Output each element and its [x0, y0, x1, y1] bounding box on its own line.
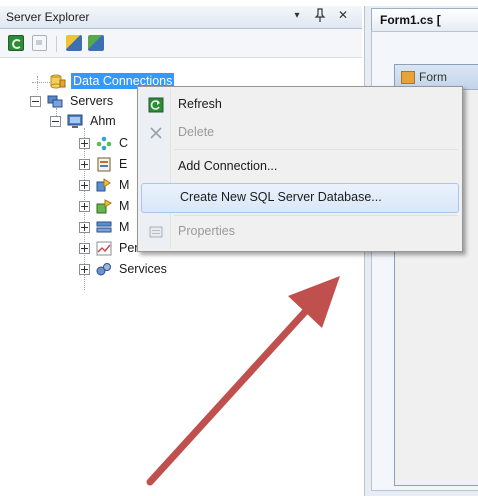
tree-line: [32, 82, 50, 83]
tree-node-child[interactable]: M: [79, 196, 131, 216]
menu-item-label: Refresh: [178, 97, 222, 111]
services-icon: [96, 262, 112, 277]
menu-item-delete[interactable]: Delete: [140, 119, 460, 147]
tree-node-label: M: [119, 220, 130, 234]
message-queues-icon: [96, 220, 112, 235]
menu-separator: [174, 215, 458, 216]
performance-counters-icon: [96, 241, 112, 256]
expand-icon[interactable]: [79, 179, 90, 191]
tree-node-label: Ahm: [90, 114, 116, 128]
menu-item-add-connection[interactable]: Add Connection...: [140, 153, 460, 181]
data-connections-icon: [50, 74, 66, 89]
expand-icon[interactable]: [79, 221, 90, 233]
menu-separator: [174, 149, 458, 150]
menu-item-create-new-sql-server-database[interactable]: Create New SQL Server Database...: [141, 183, 459, 213]
form-icon: [401, 71, 415, 84]
connect-to-database-icon[interactable]: [66, 35, 82, 51]
delete-icon: [148, 125, 164, 141]
tree-line: [37, 76, 38, 90]
management-events-icon: [96, 198, 112, 214]
tree-node-label: M: [119, 199, 130, 213]
management-classes-icon: [96, 177, 112, 193]
tree-node-label: M: [119, 178, 130, 192]
tree-node-servers[interactable]: Servers: [30, 91, 115, 111]
collapse-icon[interactable]: [50, 115, 61, 127]
refresh-icon[interactable]: [8, 35, 24, 51]
menu-item-properties[interactable]: Properties: [140, 218, 460, 246]
toolbar-separator: [56, 36, 57, 52]
close-panel-icon[interactable]: ✕: [336, 8, 350, 22]
tree-node-child[interactable]: Services: [79, 259, 169, 279]
tree-node-label: C: [119, 136, 129, 150]
tab-form1-designer[interactable]: Form1.cs [: [371, 8, 478, 31]
menu-item-label: Create New SQL Server Database...: [180, 190, 382, 204]
form-caption: Form: [419, 70, 447, 84]
panel-toolbar: [0, 29, 362, 58]
crystal-reports-icon: [96, 136, 112, 151]
tree-node-label: E: [119, 157, 128, 171]
expand-icon[interactable]: [79, 137, 90, 149]
expand-icon[interactable]: [79, 242, 90, 254]
menu-item-refresh[interactable]: Refresh: [140, 91, 460, 119]
tree-node-child[interactable]: M: [79, 217, 131, 237]
expand-icon[interactable]: [79, 263, 90, 275]
properties-icon: [148, 224, 164, 240]
tab-label: Form1.cs [: [380, 13, 441, 27]
expand-icon[interactable]: [79, 200, 90, 212]
computer-icon: [67, 114, 83, 129]
tree-node-child[interactable]: C: [79, 133, 130, 153]
event-logs-icon: [96, 157, 112, 172]
panel-title: Server Explorer: [6, 10, 90, 24]
menu-item-label: Properties: [178, 224, 235, 238]
refresh-icon: [148, 97, 164, 113]
tree-node-child[interactable]: E: [79, 154, 129, 174]
collapse-icon[interactable]: [30, 95, 41, 107]
panel-title-bar: Server Explorer ▾ ✕: [0, 6, 362, 29]
context-menu: Refresh Delete Add Connection... Create …: [137, 86, 463, 252]
window-position-dropdown-icon[interactable]: ▾: [290, 10, 304, 21]
tree-node-label: Servers: [70, 94, 114, 108]
stop-icon[interactable]: [32, 35, 47, 51]
servers-icon: [47, 94, 63, 109]
tree-node-label: Services: [119, 262, 167, 276]
menu-item-label: Delete: [178, 125, 215, 139]
menu-item-label: Add Connection...: [178, 159, 278, 173]
tree-node-machine[interactable]: Ahm: [50, 111, 118, 131]
connect-to-server-icon[interactable]: [88, 35, 104, 51]
tree-node-child[interactable]: M: [79, 175, 131, 195]
auto-hide-pin-icon[interactable]: [313, 8, 327, 25]
expand-icon[interactable]: [79, 158, 90, 170]
